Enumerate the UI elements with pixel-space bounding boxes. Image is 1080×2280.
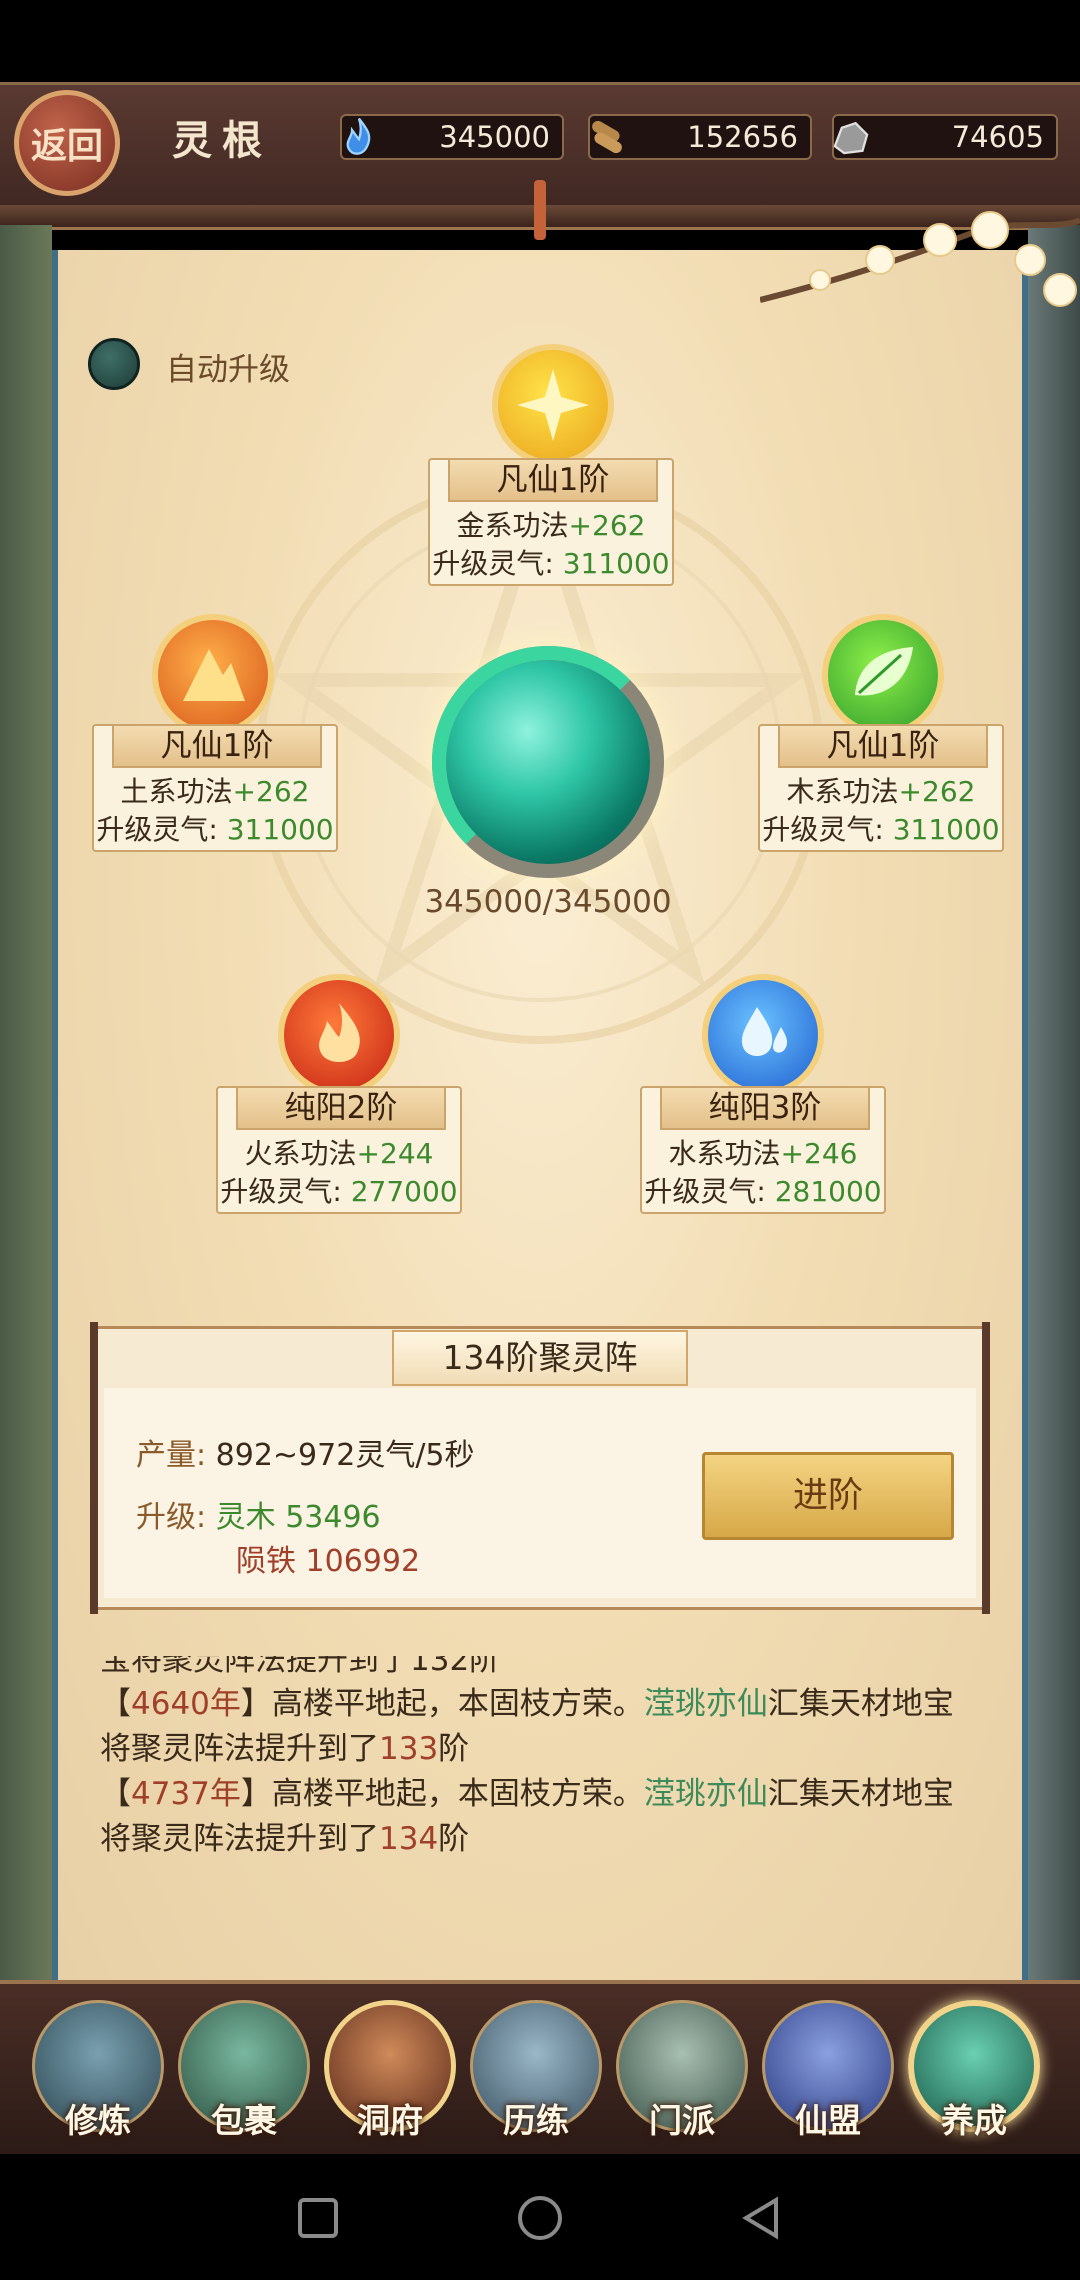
metal-element-skill: 金系功法+262	[456, 509, 646, 542]
wood-leaf-icon	[855, 647, 913, 696]
resource-spirit: 345000	[340, 114, 564, 160]
earth-element-title: 凡仙1阶	[112, 724, 322, 768]
water-element-cost: 升级灵气: 281000	[644, 1175, 882, 1208]
water-element-card: 纯阳3阶 水系功法+246 升级灵气: 281000	[640, 1086, 886, 1214]
spirit-flame-icon	[346, 117, 371, 155]
earth-element-cost: 升级灵气: 311000	[96, 813, 334, 846]
nav-cultivate[interactable]: 修炼	[32, 2000, 164, 2140]
background-left	[0, 225, 52, 1985]
array-upgrade-cost-2: 陨铁 106992	[236, 1544, 421, 1579]
water-element-button[interactable]	[702, 974, 824, 1096]
page-title: 灵根	[172, 117, 272, 164]
nav-cave[interactable]: 洞府	[324, 2000, 456, 2140]
auto-upgrade-label: 自动升级	[166, 352, 290, 388]
gathering-array-title: 134阶聚灵阵	[392, 1330, 688, 1386]
nav-bag[interactable]: 包裹	[178, 2000, 310, 2140]
rod-tassel	[534, 180, 546, 240]
resource-iron: 74605	[832, 114, 1058, 160]
wood-element-button[interactable]	[822, 614, 944, 736]
water-drop-icon	[741, 1007, 788, 1056]
fire-flame-icon	[319, 1003, 360, 1062]
metal-element-card: 凡仙1阶 金系功法+262 升级灵气: 311000	[428, 458, 674, 586]
fire-element-title: 纯阳2阶	[236, 1086, 446, 1130]
resource-wood: 152656	[588, 114, 812, 160]
back-triangle-icon[interactable]	[740, 2196, 784, 2240]
back-button[interactable]: 返回	[14, 90, 120, 196]
wood-element-card: 凡仙1阶 木系功法+262 升级灵气: 311000	[758, 724, 1004, 852]
wood-element-cost: 升级灵气: 311000	[762, 813, 1000, 846]
fire-element-cost: 升级灵气: 277000	[220, 1175, 458, 1208]
recent-apps-icon[interactable]	[298, 2198, 338, 2238]
fire-element-card: 纯阳2阶 火系功法+244 升级灵气: 277000	[216, 1086, 462, 1214]
advance-button[interactable]: 进阶	[702, 1452, 954, 1540]
earth-element-skill: 土系功法+262	[120, 775, 310, 808]
earth-element-card: 凡仙1阶 土系功法+262 升级灵气: 311000	[92, 724, 338, 852]
metal-element-button[interactable]	[492, 344, 614, 466]
resource-iron-value: 74605	[951, 120, 1044, 154]
nav-sect[interactable]: 门派	[616, 2000, 748, 2140]
fire-element-skill: 火系功法+244	[244, 1137, 434, 1170]
log-entry: 【4737年】高楼平地起，本固枝方荣。滢珧亦仙汇集天材地宝将聚灵阵法提升到了13…	[100, 1776, 954, 1857]
resource-spirit-value: 345000	[439, 120, 550, 154]
earth-mountain-icon	[183, 649, 245, 701]
plum-blossom-decoration	[760, 211, 1080, 307]
array-upgrade-cost: 升级: 灵木 53496	[136, 1500, 381, 1535]
wood-element-title: 凡仙1阶	[778, 724, 988, 768]
wood-element-skill: 木系功法+262	[786, 775, 976, 808]
water-element-skill: 水系功法+246	[668, 1137, 858, 1170]
nav-nurture[interactable]: 养成	[908, 2000, 1040, 2140]
wood-log-icon	[592, 120, 622, 154]
fire-element-button[interactable]	[278, 974, 400, 1096]
nav-training[interactable]: 历练	[470, 2000, 602, 2140]
array-scroll-left	[90, 1322, 98, 1614]
metal-element-cost: 升级灵气: 311000	[432, 547, 670, 580]
log-partial-line: 宝将聚灵阵法提升到了132阶	[100, 1656, 501, 1678]
background-right	[1028, 225, 1080, 1985]
log-entry: 【4640年】高楼平地起，本固枝方荣。滢珧亦仙汇集天材地宝将聚灵阵法提升到了13…	[100, 1686, 954, 1767]
array-production: 产量: 892~972灵气/5秒	[136, 1438, 475, 1473]
water-element-title: 纯阳3阶	[660, 1086, 870, 1130]
earth-element-button[interactable]	[152, 614, 274, 736]
nav-alliance[interactable]: 仙盟	[762, 2000, 894, 2140]
iron-ore-icon	[833, 121, 869, 155]
spirit-orb-value: 345000/345000	[424, 884, 672, 920]
upgrade-log: 宝将聚灵阵法提升到了132阶 【4640年】高楼平地起，本固枝方荣。滢珧亦仙汇集…	[100, 1656, 980, 1862]
spirit-orb-progress	[432, 646, 664, 878]
auto-upgrade-toggle[interactable]	[88, 338, 140, 390]
metal-element-title: 凡仙1阶	[448, 458, 658, 502]
array-scroll-right	[982, 1322, 990, 1614]
resource-wood-value: 152656	[687, 120, 798, 154]
metal-sun-icon	[517, 369, 589, 441]
home-icon[interactable]	[518, 2196, 562, 2240]
